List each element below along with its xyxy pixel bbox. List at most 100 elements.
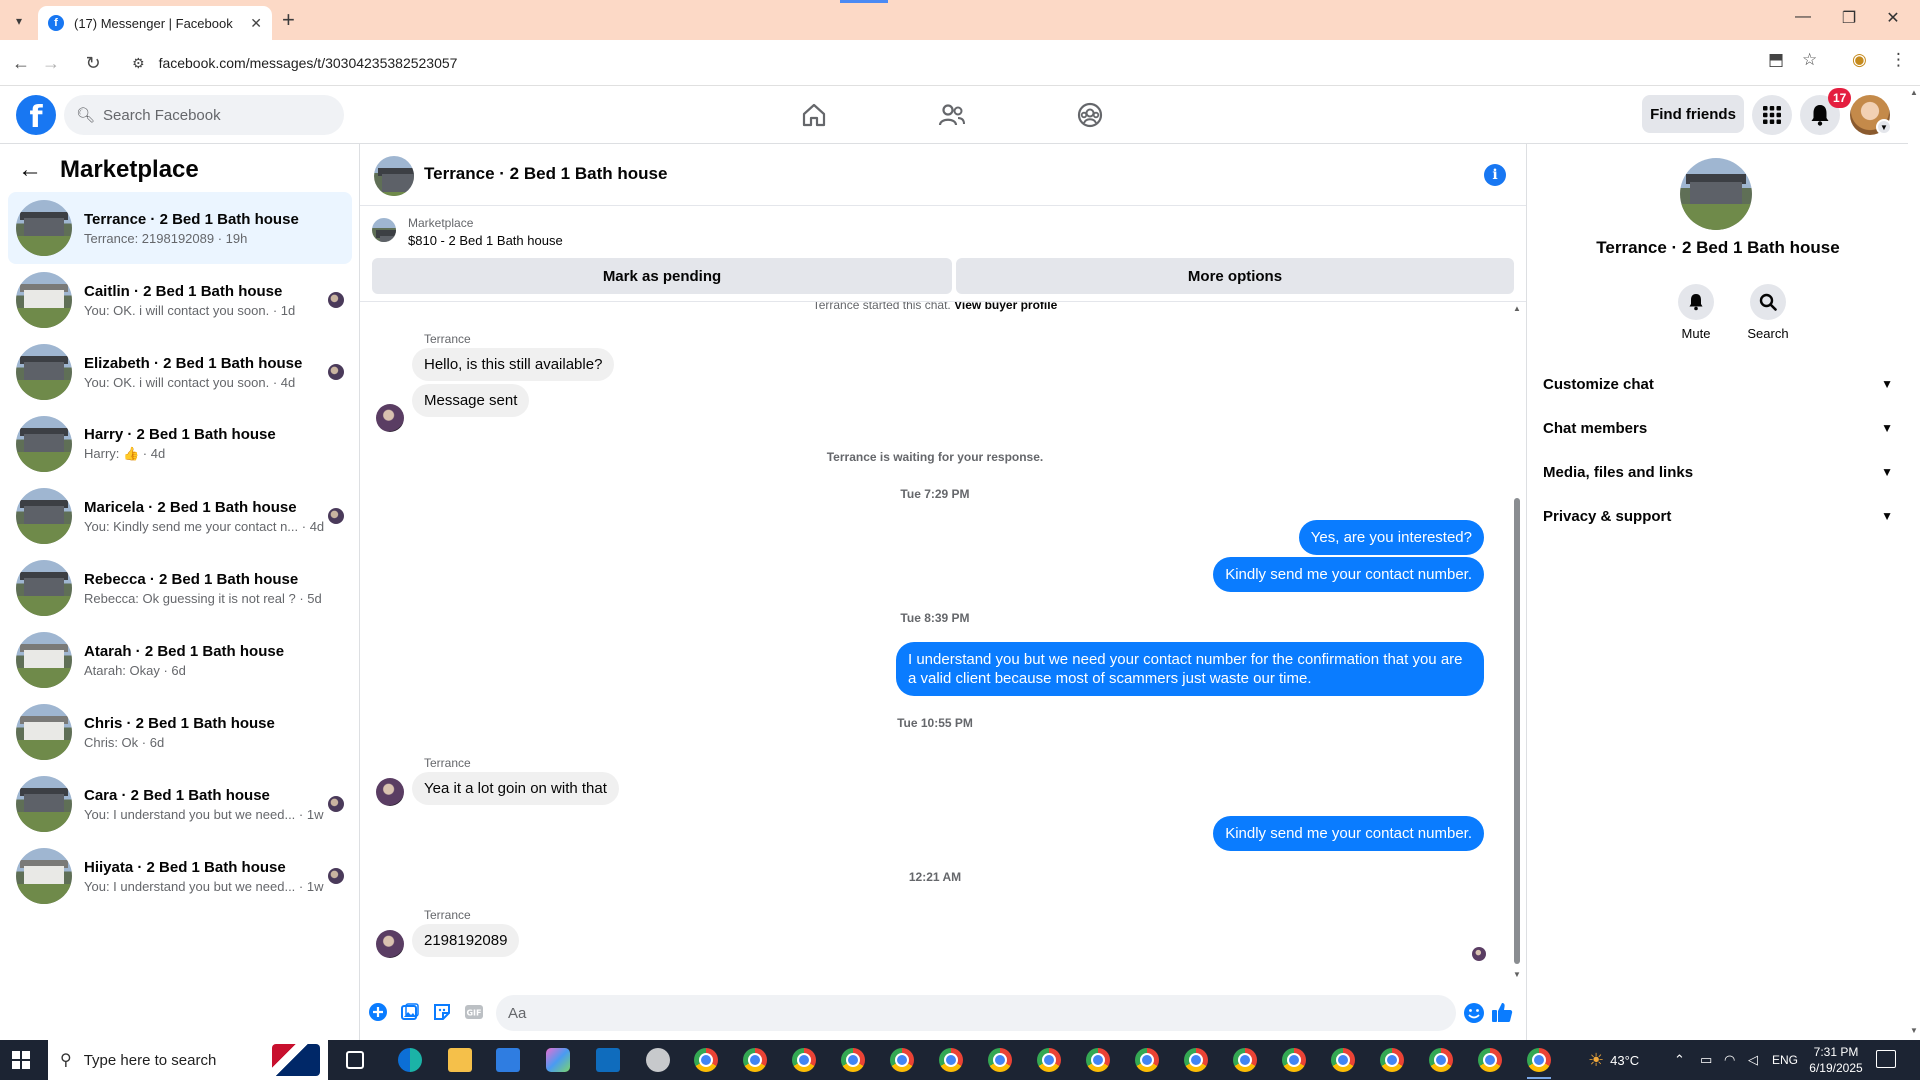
forward-arrow-icon[interactable]: → — [38, 50, 64, 76]
scroll-up-arrow-icon[interactable]: ▲ — [1513, 304, 1521, 313]
chat-row[interactable]: Rebecca · 2 Bed 1 Bath house Rebecca: Ok … — [8, 552, 352, 624]
account-chevron-down-icon[interactable]: ▼ — [1876, 119, 1892, 135]
page-scrollbar[interactable]: ▲ ▼ — [1908, 86, 1920, 1040]
mute-button[interactable]: Mute — [1666, 284, 1726, 341]
info-icon[interactable]: i — [1484, 164, 1506, 186]
add-plus-icon[interactable] — [366, 1000, 390, 1024]
message-scrollbar[interactable]: ▲ ▼ — [1510, 302, 1524, 982]
chrome-window-icon[interactable] — [1233, 1048, 1257, 1072]
app-icon[interactable] — [646, 1048, 670, 1072]
taskbar-search[interactable]: ⚲ Type here to search — [48, 1040, 328, 1080]
page-scroll-down-icon[interactable]: ▼ — [1910, 1026, 1918, 1035]
wifi-icon[interactable]: ◠ — [1724, 1040, 1735, 1080]
scroll-down-arrow-icon[interactable]: ▼ — [1513, 970, 1521, 979]
tab-search-menu-icon[interactable]: ▾ — [8, 10, 30, 32]
sender-avatar[interactable] — [376, 404, 404, 432]
url-text[interactable]: facebook.com/messages/t/3030423538252305… — [159, 55, 458, 71]
profile-icon[interactable]: ◉ — [1852, 50, 1867, 70]
chrome-window-icon[interactable] — [988, 1048, 1012, 1072]
incoming-message[interactable]: Yea it a lot goin on with that — [412, 772, 619, 805]
install-app-icon[interactable]: ⬒ — [1768, 50, 1784, 70]
outgoing-message[interactable]: Yes, are you interested? — [1298, 520, 1484, 555]
minimize-window-icon[interactable]: — — [1780, 8, 1826, 26]
scrollbar-thumb[interactable] — [1514, 498, 1520, 964]
outlook-icon[interactable] — [596, 1048, 620, 1072]
chrome-window-icon[interactable] — [1037, 1048, 1061, 1072]
page-scroll-up-icon[interactable]: ▲ — [1910, 88, 1918, 97]
battery-icon[interactable]: ▭ — [1700, 1040, 1712, 1080]
conversation-avatar[interactable] — [374, 156, 414, 196]
show-hidden-icons-chevron-up-icon[interactable]: ⌃ — [1674, 1040, 1685, 1080]
chat-row[interactable]: Maricela · 2 Bed 1 Bath house You: Kindly… — [8, 480, 352, 552]
chat-row[interactable]: Terrance · 2 Bed 1 Bath house Terrance: 2… — [8, 192, 352, 264]
thumbs-up-icon[interactable] — [1490, 1000, 1514, 1024]
groups-icon[interactable] — [1060, 98, 1120, 132]
outgoing-message[interactable]: Kindly send me your contact number. — [1213, 816, 1484, 851]
weather-widget[interactable]: ☀ 43°C — [1588, 1040, 1639, 1080]
search-conversation-button[interactable]: Search — [1738, 284, 1798, 341]
gif-icon[interactable]: GIF — [462, 1000, 486, 1024]
more-options-button[interactable]: More options — [956, 258, 1514, 294]
photo-icon[interactable] — [398, 1000, 422, 1024]
home-icon[interactable] — [784, 98, 844, 132]
close-window-icon[interactable]: ✕ — [1870, 8, 1916, 28]
windows-start-icon[interactable] — [12, 1051, 30, 1069]
listing-thumbnail[interactable] — [372, 218, 396, 242]
chrome-window-icon[interactable] — [1184, 1048, 1208, 1072]
task-view-icon[interactable] — [346, 1051, 364, 1069]
chrome-window-icon[interactable] — [1086, 1048, 1110, 1072]
bookmark-star-icon[interactable]: ☆ — [1802, 50, 1817, 70]
chrome-window-icon[interactable] — [1478, 1048, 1502, 1072]
restore-window-icon[interactable]: ❐ — [1826, 8, 1872, 28]
privacy-support-section[interactable]: Privacy & support ▼ — [1543, 498, 1893, 534]
find-friends-button[interactable]: Find friends — [1642, 95, 1744, 133]
sticker-icon[interactable] — [430, 1000, 454, 1024]
incoming-message[interactable]: Message sent — [412, 384, 530, 417]
facebook-logo-icon[interactable]: f — [16, 95, 56, 135]
chrome-window-icon[interactable] — [890, 1048, 914, 1072]
volume-icon[interactable]: ◁ — [1748, 1040, 1758, 1080]
notification-center-icon[interactable] — [1876, 1050, 1896, 1068]
chat-row[interactable]: Chris · 2 Bed 1 Bath house Chris: Ok · 6d — [8, 696, 352, 768]
chrome-window-icon[interactable] — [1380, 1048, 1404, 1072]
reload-icon[interactable]: ↻ — [80, 50, 106, 76]
browser-tab-messenger[interactable]: f (17) Messenger | Facebook ✕ — [38, 6, 272, 40]
sender-avatar[interactable] — [376, 930, 404, 958]
chrome-window-icon[interactable] — [792, 1048, 816, 1072]
taskbar-clock[interactable]: 7:31 PM 6/19/2025 — [1806, 1044, 1866, 1076]
new-tab-icon[interactable]: + — [282, 9, 295, 31]
chrome-window-icon[interactable] — [1527, 1048, 1551, 1072]
chat-row[interactable]: Atarah · 2 Bed 1 Bath house Atarah: Okay … — [8, 624, 352, 696]
microsoft-store-icon[interactable] — [496, 1048, 520, 1072]
chrome-window-icon[interactable] — [1331, 1048, 1355, 1072]
language-indicator[interactable]: ENG — [1772, 1040, 1798, 1080]
outgoing-message[interactable]: I understand you but we need your contac… — [896, 642, 1484, 696]
chrome-window-icon[interactable] — [1282, 1048, 1306, 1072]
outgoing-message[interactable]: Kindly send me your contact number. — [1213, 557, 1484, 592]
chat-members-section[interactable]: Chat members ▼ — [1543, 410, 1893, 446]
chat-row[interactable]: Harry · 2 Bed 1 Bath house Harry: 👍 · 4d — [8, 408, 352, 480]
facebook-search[interactable]: 🔍︎ — [64, 95, 344, 135]
friends-icon[interactable] — [922, 98, 982, 132]
chrome-window-icon[interactable] — [694, 1048, 718, 1072]
chrome-window-icon[interactable] — [743, 1048, 767, 1072]
browser-menu-icon[interactable]: ⋮ — [1890, 50, 1907, 70]
back-arrow-icon[interactable]: ← — [18, 156, 42, 184]
chat-row[interactable]: Cara · 2 Bed 1 Bath house You: I understa… — [8, 768, 352, 840]
chrome-window-icon[interactable] — [841, 1048, 865, 1072]
site-settings-icon[interactable]: ⚙ — [132, 55, 145, 72]
conversation-title[interactable]: Terrance · 2 Bed 1 Bath house — [424, 164, 667, 184]
chat-row[interactable]: Elizabeth · 2 Bed 1 Bath house You: OK. i… — [8, 336, 352, 408]
emoji-icon[interactable] — [1462, 1001, 1486, 1025]
incoming-message[interactable]: 2198192089 — [412, 924, 520, 957]
sender-avatar[interactable] — [376, 778, 404, 806]
media-files-links-section[interactable]: Media, files and links ▼ — [1543, 454, 1893, 490]
chrome-window-icon[interactable] — [1135, 1048, 1159, 1072]
view-buyer-profile-link[interactable]: View buyer profile — [954, 302, 1057, 312]
facebook-search-input[interactable] — [103, 106, 304, 124]
customize-chat-section[interactable]: Customize chat ▼ — [1543, 366, 1893, 402]
listing-price[interactable]: $810 - 2 Bed 1 Bath house — [408, 233, 563, 248]
close-tab-icon[interactable]: ✕ — [250, 15, 262, 32]
chrome-window-icon[interactable] — [1429, 1048, 1453, 1072]
address-bar[interactable]: ⚙ facebook.com/messages/t/30304235382523… — [120, 46, 1760, 80]
